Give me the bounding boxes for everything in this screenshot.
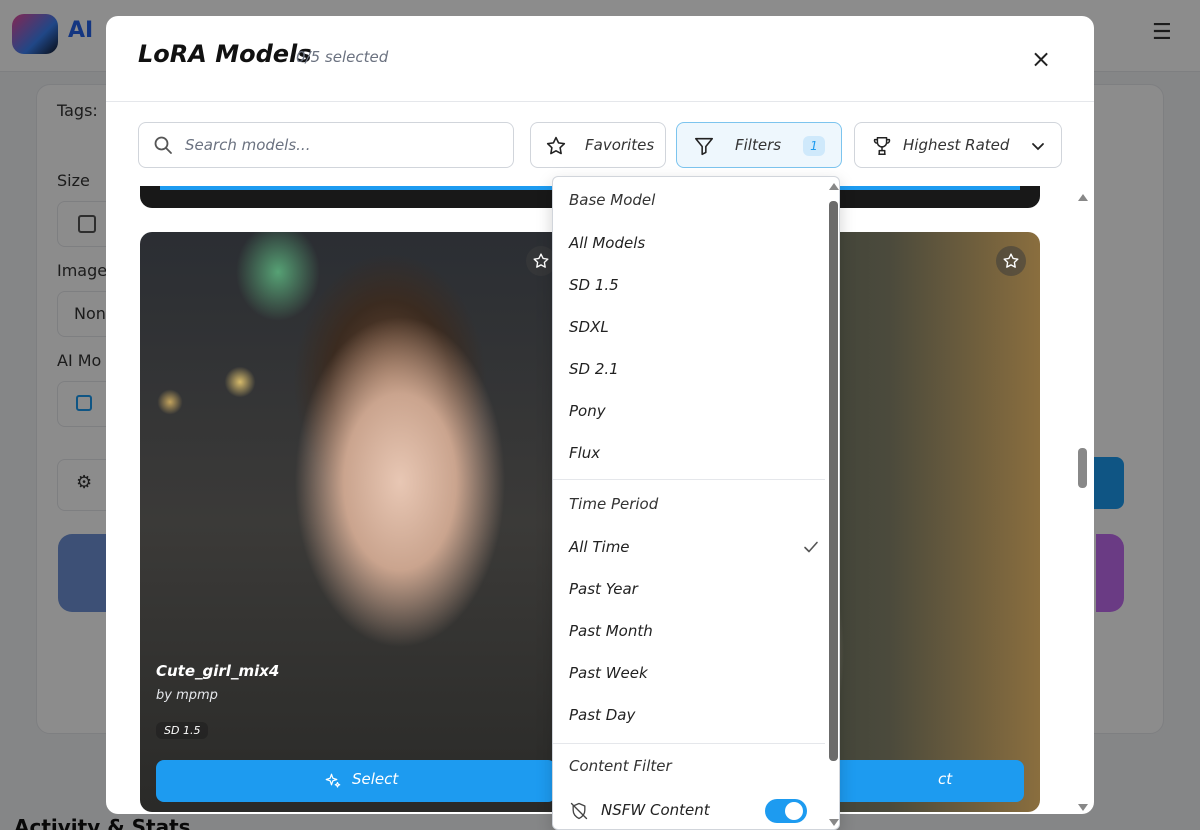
model-author: by mpmp [156,688,218,703]
nsfw-label: NSFW Content [601,801,710,819]
toggle-knob [785,802,803,820]
selected-count: 0/5 selected [296,48,389,66]
model-name: Cute_girl_mix4 [156,662,280,680]
base-model-heading: Base Model [569,191,656,209]
filters-label: Filters [735,136,782,154]
modal-title: LoRA Models [138,40,312,68]
modal-toolbar: Favorites Filters 1 Highest Rated [106,102,1094,186]
dropdown-divider [553,479,825,480]
search-icon [154,136,172,154]
shield-off-icon [570,802,588,820]
filter-sd-1-5[interactable]: SD 1.5 [569,267,819,303]
sort-label: Highest Rated [903,136,1010,154]
filters-dropdown: Base Model All Models SD 1.5 SDXL SD 2.1… [552,176,840,830]
scroll-up-arrow-icon[interactable] [1078,194,1088,201]
dropdown-scrollbar-thumb[interactable] [829,201,838,761]
star-icon [533,253,549,268]
modal-header: LoRA Models 0/5 selected × [106,16,1094,102]
modal-scrollbar[interactable] [1076,194,1090,814]
scrollbar-thumb[interactable] [1078,448,1087,488]
select-button[interactable]: Select [156,760,556,802]
nsfw-filter-row: NSFW Content [569,797,819,825]
dropdown-scroll-down-icon[interactable] [829,819,839,826]
search-input[interactable] [185,131,505,159]
filters-count-badge: 1 [803,136,825,156]
model-card[interactable]: Cute_girl_mix4 by mpmp SD 1.5 Select [140,232,570,812]
filter-icon [694,137,714,156]
dropdown-scrollbar[interactable] [827,177,839,829]
close-icon[interactable]: × [1028,46,1054,72]
sparkle-icon [325,773,341,788]
star-icon [546,136,566,155]
filter-flux[interactable]: Flux [569,435,819,471]
time-past-week[interactable]: Past Week [569,655,819,691]
content-filter-heading: Content Filter [569,757,672,775]
time-all-time[interactable]: All Time [569,529,819,565]
check-icon [804,541,818,553]
favorites-button[interactable]: Favorites [530,122,666,168]
time-past-year[interactable]: Past Year [569,571,819,607]
select-label: Select [352,770,399,788]
chevron-down-icon [1032,143,1044,151]
trophy-icon [873,137,891,155]
star-icon [1003,253,1019,268]
filter-all-models[interactable]: All Models [569,225,819,261]
time-past-day[interactable]: Past Day [569,697,819,733]
filter-sd-2-1[interactable]: SD 2.1 [569,351,819,387]
favorite-toggle[interactable] [996,246,1026,276]
time-past-month[interactable]: Past Month [569,613,819,649]
sort-dropdown[interactable]: Highest Rated [854,122,1062,168]
filters-button[interactable]: Filters 1 [676,122,842,168]
base-model-badge: SD 1.5 [156,722,209,739]
nsfw-toggle[interactable] [765,799,807,823]
time-period-heading: Time Period [569,495,659,513]
filter-sdxl[interactable]: SDXL [569,309,819,345]
filter-pony[interactable]: Pony [569,393,819,429]
scroll-down-arrow-icon[interactable] [1078,804,1088,811]
time-all-time-label: All Time [569,538,630,556]
dropdown-divider [553,743,825,744]
dropdown-scroll-up-icon[interactable] [829,183,839,190]
search-box[interactable] [138,122,514,168]
favorites-label: Favorites [585,136,655,154]
select-label: ct [938,770,953,788]
